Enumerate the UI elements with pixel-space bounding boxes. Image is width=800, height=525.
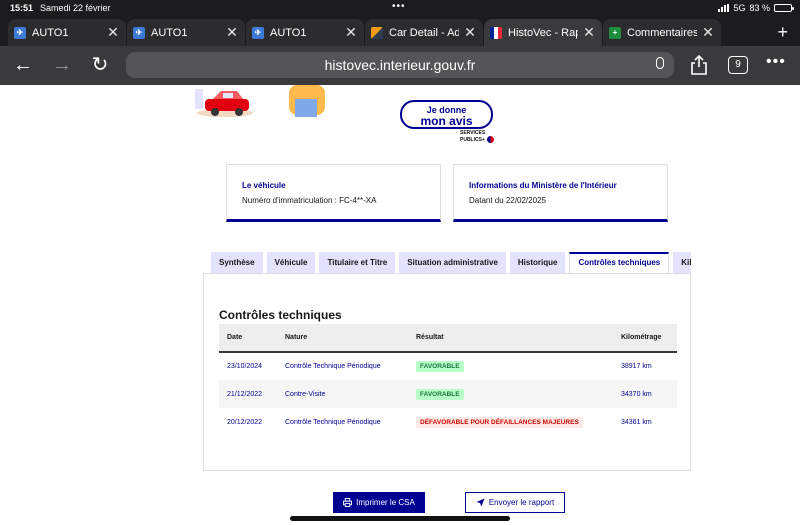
auto1-favicon-icon: ✈ — [14, 26, 26, 39]
section-heading: Contrôles techniques — [219, 308, 342, 322]
feedback-widget: Je donne mon avis SERVICES PUBLICS+ — [400, 100, 494, 143]
browser-tab-label: AUTO1 — [270, 26, 307, 39]
cell-result: DÉFAVORABLE POUR DÉFAILLANCES MAJEURES — [408, 408, 613, 436]
microphone-icon[interactable] — [656, 57, 664, 69]
car-detail-favicon-icon — [371, 26, 383, 39]
report-tab[interactable]: Contrôles techniques — [569, 252, 670, 273]
column-header-date: Date — [219, 324, 277, 353]
sheets-favicon-icon: + — [609, 26, 621, 39]
browser-tab[interactable]: ✈ AUTO1 ✕ — [246, 19, 364, 46]
result-badge: FAVORABLE — [416, 388, 464, 400]
feedback-line2: mon avis — [420, 114, 473, 128]
web-page: Je donne mon avis SERVICES PUBLICS+ Le vé… — [0, 85, 800, 525]
car-illustration — [195, 85, 325, 117]
forward-arrow-icon[interactable]: → — [49, 54, 75, 76]
battery-percent: 83 % — [749, 3, 770, 13]
report-tab[interactable]: Synthèse — [211, 252, 263, 273]
browser-tab-label: HistoVec - Rapp — [508, 26, 578, 39]
battery-icon — [774, 4, 794, 12]
home-indicator[interactable] — [290, 516, 510, 521]
browser-tab[interactable]: ✈ AUTO1 ✕ — [8, 19, 126, 46]
technical-controls-panel: Contrôles techniques Date Nature Résulta… — [203, 273, 691, 471]
browser-tab-label: Commentaires ce — [627, 26, 697, 39]
services-publics-logo: SERVICES PUBLICS+ — [460, 130, 494, 143]
cell-nature: Contrôle Technique Périodique — [277, 408, 408, 436]
close-tab-icon[interactable]: ✕ — [701, 24, 715, 41]
vehicle-card: Le véhicule Numéro d'immatriculation : F… — [226, 164, 441, 222]
close-tab-icon[interactable]: ✕ — [106, 24, 120, 41]
cell-date: 21/12/2022 — [219, 380, 277, 408]
ministry-card: Informations du Ministère de l'Intérieur… — [453, 164, 668, 222]
send-report-button[interactable]: Envoyer le rapport — [465, 492, 565, 513]
close-tab-icon[interactable]: ✕ — [225, 24, 239, 41]
cell-date: 23/10/2024 — [219, 352, 277, 380]
vehicle-card-text: Numéro d'immatriculation : FC-4**-XA — [242, 196, 377, 205]
report-tab[interactable]: Véhicule — [266, 252, 316, 273]
report-tabs: Synthèse Véhicule Titulaire et Titre Situat… — [211, 252, 691, 273]
report-tab[interactable]: Historique — [509, 252, 566, 273]
report-tab[interactable]: Titulaire et Titre — [319, 252, 396, 273]
cell-mileage: 34370 km — [613, 380, 677, 408]
close-tab-icon[interactable]: ✕ — [463, 24, 477, 41]
back-arrow-icon[interactable]: ← — [10, 54, 36, 76]
browser-tab[interactable]: + Commentaires ce ✕ — [603, 19, 721, 46]
column-header-nature: Nature — [277, 324, 408, 353]
cell-result: FAVORABLE — [408, 380, 613, 408]
browser-toolbar: ← → ↻ histovec.interieur.gouv.fr 9 ••• — [0, 46, 800, 85]
close-tab-icon[interactable]: ✕ — [582, 24, 596, 41]
ministry-card-title: Informations du Ministère de l'Intérieur — [469, 181, 617, 190]
more-options-icon[interactable]: ••• — [766, 53, 786, 71]
cellular-signal-icon — [718, 4, 730, 12]
address-bar[interactable]: histovec.interieur.gouv.fr — [126, 52, 674, 78]
network-type: 5G — [733, 3, 746, 13]
cell-mileage: 34361 km — [613, 408, 677, 436]
cell-nature: Contrôle Technique Périodique — [277, 352, 408, 380]
browser-tab-label: AUTO1 — [32, 26, 69, 39]
histovec-favicon-icon — [490, 26, 502, 39]
tab-count-button[interactable]: 9 — [728, 56, 748, 74]
new-tab-plus-icon[interactable]: + — [777, 22, 788, 43]
browser-tab[interactable]: HistoVec - Rapp ✕ — [484, 19, 602, 46]
status-bar: 15:51 Samedi 22 février ••• 5G 83 % — [0, 0, 800, 17]
table-row: 20/12/2022 Contrôle Technique Périodique D… — [219, 408, 677, 436]
browser-tab-label: AUTO1 — [151, 26, 188, 39]
column-header-mileage: Kilométrage — [613, 324, 677, 353]
column-header-result: Résultat — [408, 324, 613, 353]
address-url: histovec.interieur.gouv.fr — [324, 57, 476, 73]
printer-icon — [343, 498, 353, 507]
technical-controls-table: Date Nature Résultat Kilométrage 23/10/2… — [219, 324, 677, 436]
table-row: 21/12/2022 Contre-Visite FAVORABLE 34370 km — [219, 380, 677, 408]
result-badge: FAVORABLE — [416, 361, 464, 372]
browser-tab[interactable]: ✈ AUTO1 ✕ — [127, 19, 245, 46]
print-csa-button[interactable]: Imprimer le CSA — [333, 492, 425, 513]
browser-tab-label: Car Detail - Adm — [389, 26, 459, 39]
vehicle-card-title: Le véhicule — [242, 181, 286, 190]
result-badge: DÉFAVORABLE POUR DÉFAILLANCES MAJEURES — [416, 416, 583, 428]
cell-nature: Contre-Visite — [277, 380, 408, 408]
auto1-favicon-icon: ✈ — [252, 26, 264, 39]
cell-mileage: 38917 km — [613, 352, 677, 380]
cell-result: FAVORABLE — [408, 352, 613, 380]
give-feedback-button[interactable]: Je donne mon avis — [400, 100, 493, 129]
status-time: 15:51 — [10, 3, 34, 13]
send-icon — [476, 498, 485, 507]
print-csa-label: Imprimer le CSA — [356, 498, 415, 507]
report-tab[interactable]: Situation administrative — [399, 252, 506, 273]
share-icon[interactable] — [690, 55, 708, 75]
table-header-row: Date Nature Résultat Kilométrage — [219, 324, 677, 353]
reload-icon[interactable]: ↻ — [87, 54, 113, 76]
send-report-label: Envoyer le rapport — [488, 498, 555, 507]
multitasking-dots-icon[interactable]: ••• — [392, 1, 406, 12]
browser-tab[interactable]: Car Detail - Adm ✕ — [365, 19, 483, 46]
close-tab-icon[interactable]: ✕ — [344, 24, 358, 41]
ministry-card-text: Datant du 22/02/2025 — [469, 196, 546, 205]
status-date: Samedi 22 février — [40, 3, 111, 13]
cell-date: 20/12/2022 — [219, 408, 277, 436]
table-row: 23/10/2024 Contrôle Technique Périodique F… — [219, 352, 677, 380]
report-tab[interactable]: Kilo — [673, 252, 691, 273]
auto1-favicon-icon: ✈ — [133, 26, 145, 39]
browser-tab-strip: ✈AUTO1✕✈AUTO1✕✈AUTO1✕Car Detail - Adm✕Hi… — [0, 17, 800, 46]
